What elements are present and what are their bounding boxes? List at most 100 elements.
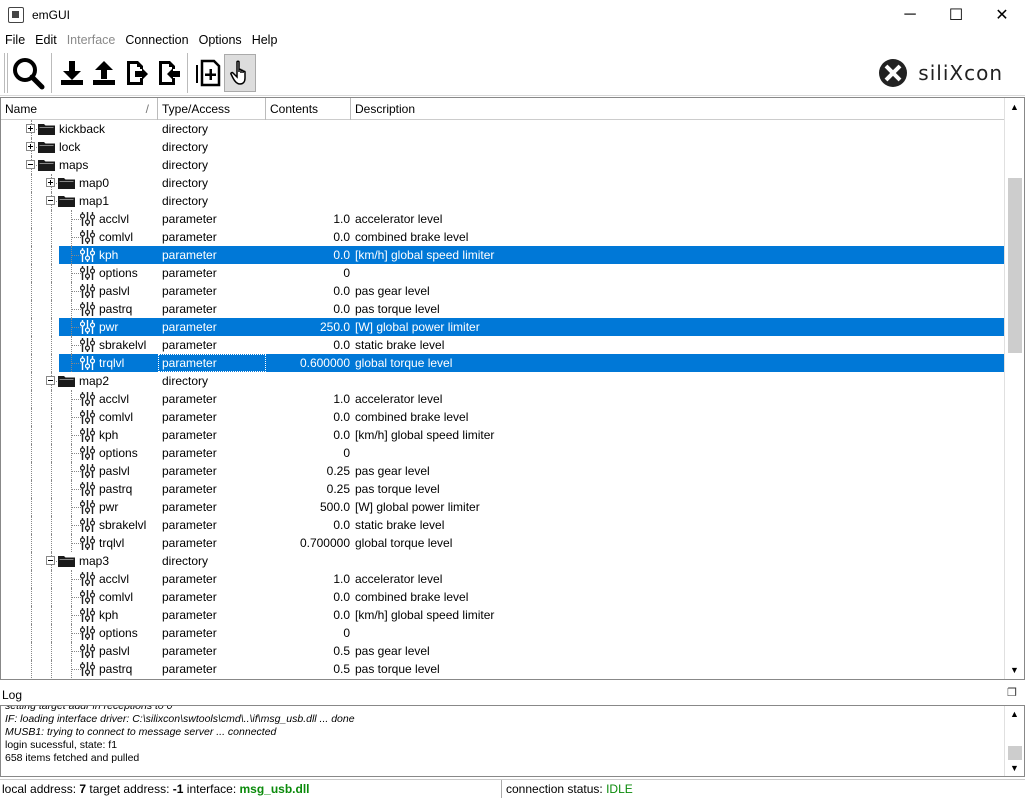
tree-item-contents[interactable]: 0.0 bbox=[266, 426, 350, 444]
tree-row-parameter[interactable]: pastrq parameter 0.0 pas torque level bbox=[1, 300, 1004, 318]
tree-item-contents[interactable]: 1.0 bbox=[266, 390, 350, 408]
tree-item-contents[interactable]: 0.0 bbox=[266, 282, 350, 300]
menu-connection[interactable]: Connection bbox=[120, 30, 193, 50]
tree-row-parameter[interactable]: trqlvl parameter 0.600000 global torque lev… bbox=[1, 354, 1004, 372]
log-scroll-thumb[interactable] bbox=[1008, 746, 1022, 760]
expand-icon[interactable] bbox=[26, 142, 35, 151]
menu-interface[interactable]: Interface bbox=[62, 30, 121, 50]
menu-options[interactable]: Options bbox=[194, 30, 247, 50]
tree-row-directory[interactable]: map3 directory bbox=[1, 552, 1004, 570]
tree-item-contents[interactable]: 0.0 bbox=[266, 408, 350, 426]
tree-item-contents[interactable]: 0.0 bbox=[266, 246, 350, 264]
log-vertical-scrollbar[interactable]: ▲ ▼ bbox=[1004, 706, 1024, 776]
expand-icon[interactable] bbox=[46, 178, 55, 187]
parameter-tree[interactable]: Name / Type/Access Contents Description … bbox=[0, 97, 1025, 680]
close-button[interactable]: ✕ bbox=[979, 0, 1025, 30]
tree-row-parameter[interactable]: paslvl parameter 0.25 pas gear level bbox=[1, 462, 1004, 480]
tree-item-contents[interactable]: 0.25 bbox=[266, 480, 350, 498]
tree-item-contents[interactable]: 0.5 bbox=[266, 642, 350, 660]
column-header-description[interactable]: Description bbox=[351, 98, 1004, 120]
tree-row-parameter[interactable]: acclvl parameter 1.0 accelerator level bbox=[1, 210, 1004, 228]
tree-item-contents[interactable] bbox=[266, 552, 350, 570]
download-button[interactable] bbox=[56, 54, 88, 92]
tree-row-parameter[interactable]: kph parameter 0.0 [km/h] global speed limit… bbox=[1, 606, 1004, 624]
new-document-button[interactable] bbox=[192, 54, 224, 92]
tree-row-parameter[interactable]: options parameter 0 bbox=[1, 444, 1004, 462]
tree-row-directory[interactable]: kickback directory bbox=[1, 120, 1004, 138]
tree-row-parameter[interactable]: pastrq parameter 0.5 pas torque level bbox=[1, 660, 1004, 678]
search-button[interactable] bbox=[8, 54, 48, 92]
tree-row-parameter[interactable]: pastrq parameter 0.25 pas torque level bbox=[1, 480, 1004, 498]
tree-row-parameter[interactable]: comlvl parameter 0.0 combined brake level bbox=[1, 408, 1004, 426]
tree-item-contents[interactable]: 0.0 bbox=[266, 516, 350, 534]
tree-item-contents[interactable]: 1.0 bbox=[266, 570, 350, 588]
tree-row-directory[interactable]: map0 directory bbox=[1, 174, 1004, 192]
tree-item-contents[interactable]: 1.0 bbox=[266, 210, 350, 228]
tree-row-parameter[interactable]: trqlvl parameter 0.700000 global torque lev… bbox=[1, 534, 1004, 552]
expand-icon[interactable] bbox=[26, 124, 35, 133]
log-scroll-up-arrow-icon[interactable]: ▲ bbox=[1005, 706, 1024, 722]
tree-row-parameter[interactable]: comlvl parameter 0.0 combined brake level bbox=[1, 588, 1004, 606]
tree-item-contents[interactable]: 0 bbox=[266, 264, 350, 282]
tree-row-directory[interactable]: maps directory bbox=[1, 156, 1004, 174]
tree-row-parameter[interactable]: paslvl parameter 0.0 pas gear level bbox=[1, 282, 1004, 300]
collapse-icon[interactable] bbox=[46, 376, 55, 385]
export-file-button[interactable] bbox=[120, 54, 152, 92]
tree-row-directory[interactable]: map2 directory bbox=[1, 372, 1004, 390]
tree-row-parameter[interactable]: pwr parameter 250.0 [W] global power limite… bbox=[1, 318, 1004, 336]
tree-item-contents[interactable]: 0.700000 bbox=[266, 534, 350, 552]
collapse-icon[interactable] bbox=[46, 556, 55, 565]
tree-item-contents[interactable]: 0 bbox=[266, 444, 350, 462]
scroll-down-arrow-icon[interactable]: ▼ bbox=[1005, 661, 1024, 679]
tree-item-contents[interactable]: 250.0 bbox=[266, 318, 350, 336]
collapse-icon[interactable] bbox=[46, 196, 55, 205]
tree-item-contents[interactable] bbox=[266, 120, 350, 138]
tree-vertical-scrollbar[interactable]: ▲ ▼ bbox=[1004, 98, 1024, 679]
float-window-icon[interactable]: ❐ bbox=[1007, 686, 1017, 699]
tree-item-contents[interactable]: 0.25 bbox=[266, 462, 350, 480]
tree-item-contents[interactable]: 0.600000 bbox=[266, 354, 350, 372]
tree-item-contents[interactable] bbox=[266, 372, 350, 390]
tree-item-contents[interactable] bbox=[266, 174, 350, 192]
tree-row-parameter[interactable]: kph parameter 0.0 [km/h] global speed limit… bbox=[1, 426, 1004, 444]
collapse-icon[interactable] bbox=[26, 160, 35, 169]
tree-row-parameter[interactable]: paslvl parameter 0.5 pas gear level bbox=[1, 642, 1004, 660]
scroll-thumb[interactable] bbox=[1008, 178, 1022, 353]
tree-item-contents[interactable]: 0.0 bbox=[266, 588, 350, 606]
tree-item-contents[interactable]: 0.0 bbox=[266, 300, 350, 318]
tree-row-parameter[interactable]: options parameter 0 bbox=[1, 624, 1004, 642]
column-header-type[interactable]: Type/Access bbox=[158, 98, 266, 120]
scroll-up-arrow-icon[interactable]: ▲ bbox=[1005, 98, 1024, 116]
column-header-contents[interactable]: Contents bbox=[266, 98, 351, 120]
menu-edit[interactable]: Edit bbox=[30, 30, 62, 50]
tree-row-parameter[interactable]: kph parameter 0.0 [km/h] global speed limit… bbox=[1, 246, 1004, 264]
tree-row-parameter[interactable]: comlvl parameter 0.0 combined brake level bbox=[1, 228, 1004, 246]
menu-file[interactable]: File bbox=[0, 30, 30, 50]
minimize-button[interactable]: ─ bbox=[887, 0, 933, 30]
tree-item-contents[interactable] bbox=[266, 192, 350, 210]
upload-button[interactable] bbox=[88, 54, 120, 92]
log-panel[interactable]: setting target addr in receptions to 0 IF… bbox=[0, 705, 1025, 777]
column-header-name[interactable]: Name / bbox=[1, 98, 158, 120]
tree-row-parameter[interactable]: acclvl parameter 1.0 accelerator level bbox=[1, 390, 1004, 408]
import-file-button[interactable] bbox=[152, 54, 184, 92]
tree-row-directory[interactable]: map1 directory bbox=[1, 192, 1004, 210]
tree-row-parameter[interactable]: acclvl parameter 1.0 accelerator level bbox=[1, 570, 1004, 588]
tree-row-parameter[interactable]: options parameter 0 bbox=[1, 264, 1004, 282]
tree-item-contents[interactable]: 0.0 bbox=[266, 228, 350, 246]
tree-row-directory[interactable]: lock directory bbox=[1, 138, 1004, 156]
tree-row-parameter[interactable]: pwr parameter 500.0 [W] global power limite… bbox=[1, 498, 1004, 516]
menu-help[interactable]: Help bbox=[247, 30, 283, 50]
tree-row-parameter[interactable]: sbrakelvl parameter 0.0 static brake level bbox=[1, 516, 1004, 534]
tree-item-contents[interactable] bbox=[266, 138, 350, 156]
tree-item-contents[interactable]: 500.0 bbox=[266, 498, 350, 516]
tree-item-contents[interactable] bbox=[266, 156, 350, 174]
maximize-button[interactable]: ☐ bbox=[933, 0, 979, 30]
tree-item-contents[interactable]: 0.0 bbox=[266, 336, 350, 354]
tree-item-contents[interactable]: 0.5 bbox=[266, 660, 350, 678]
tree-row-parameter[interactable]: sbrakelvl parameter 0.0 static brake level bbox=[1, 336, 1004, 354]
log-scroll-down-arrow-icon[interactable]: ▼ bbox=[1005, 760, 1024, 776]
tree-item-contents[interactable]: 0.0 bbox=[266, 606, 350, 624]
pointer-mode-button[interactable] bbox=[224, 53, 256, 92]
tree-item-contents[interactable]: 0 bbox=[266, 624, 350, 642]
